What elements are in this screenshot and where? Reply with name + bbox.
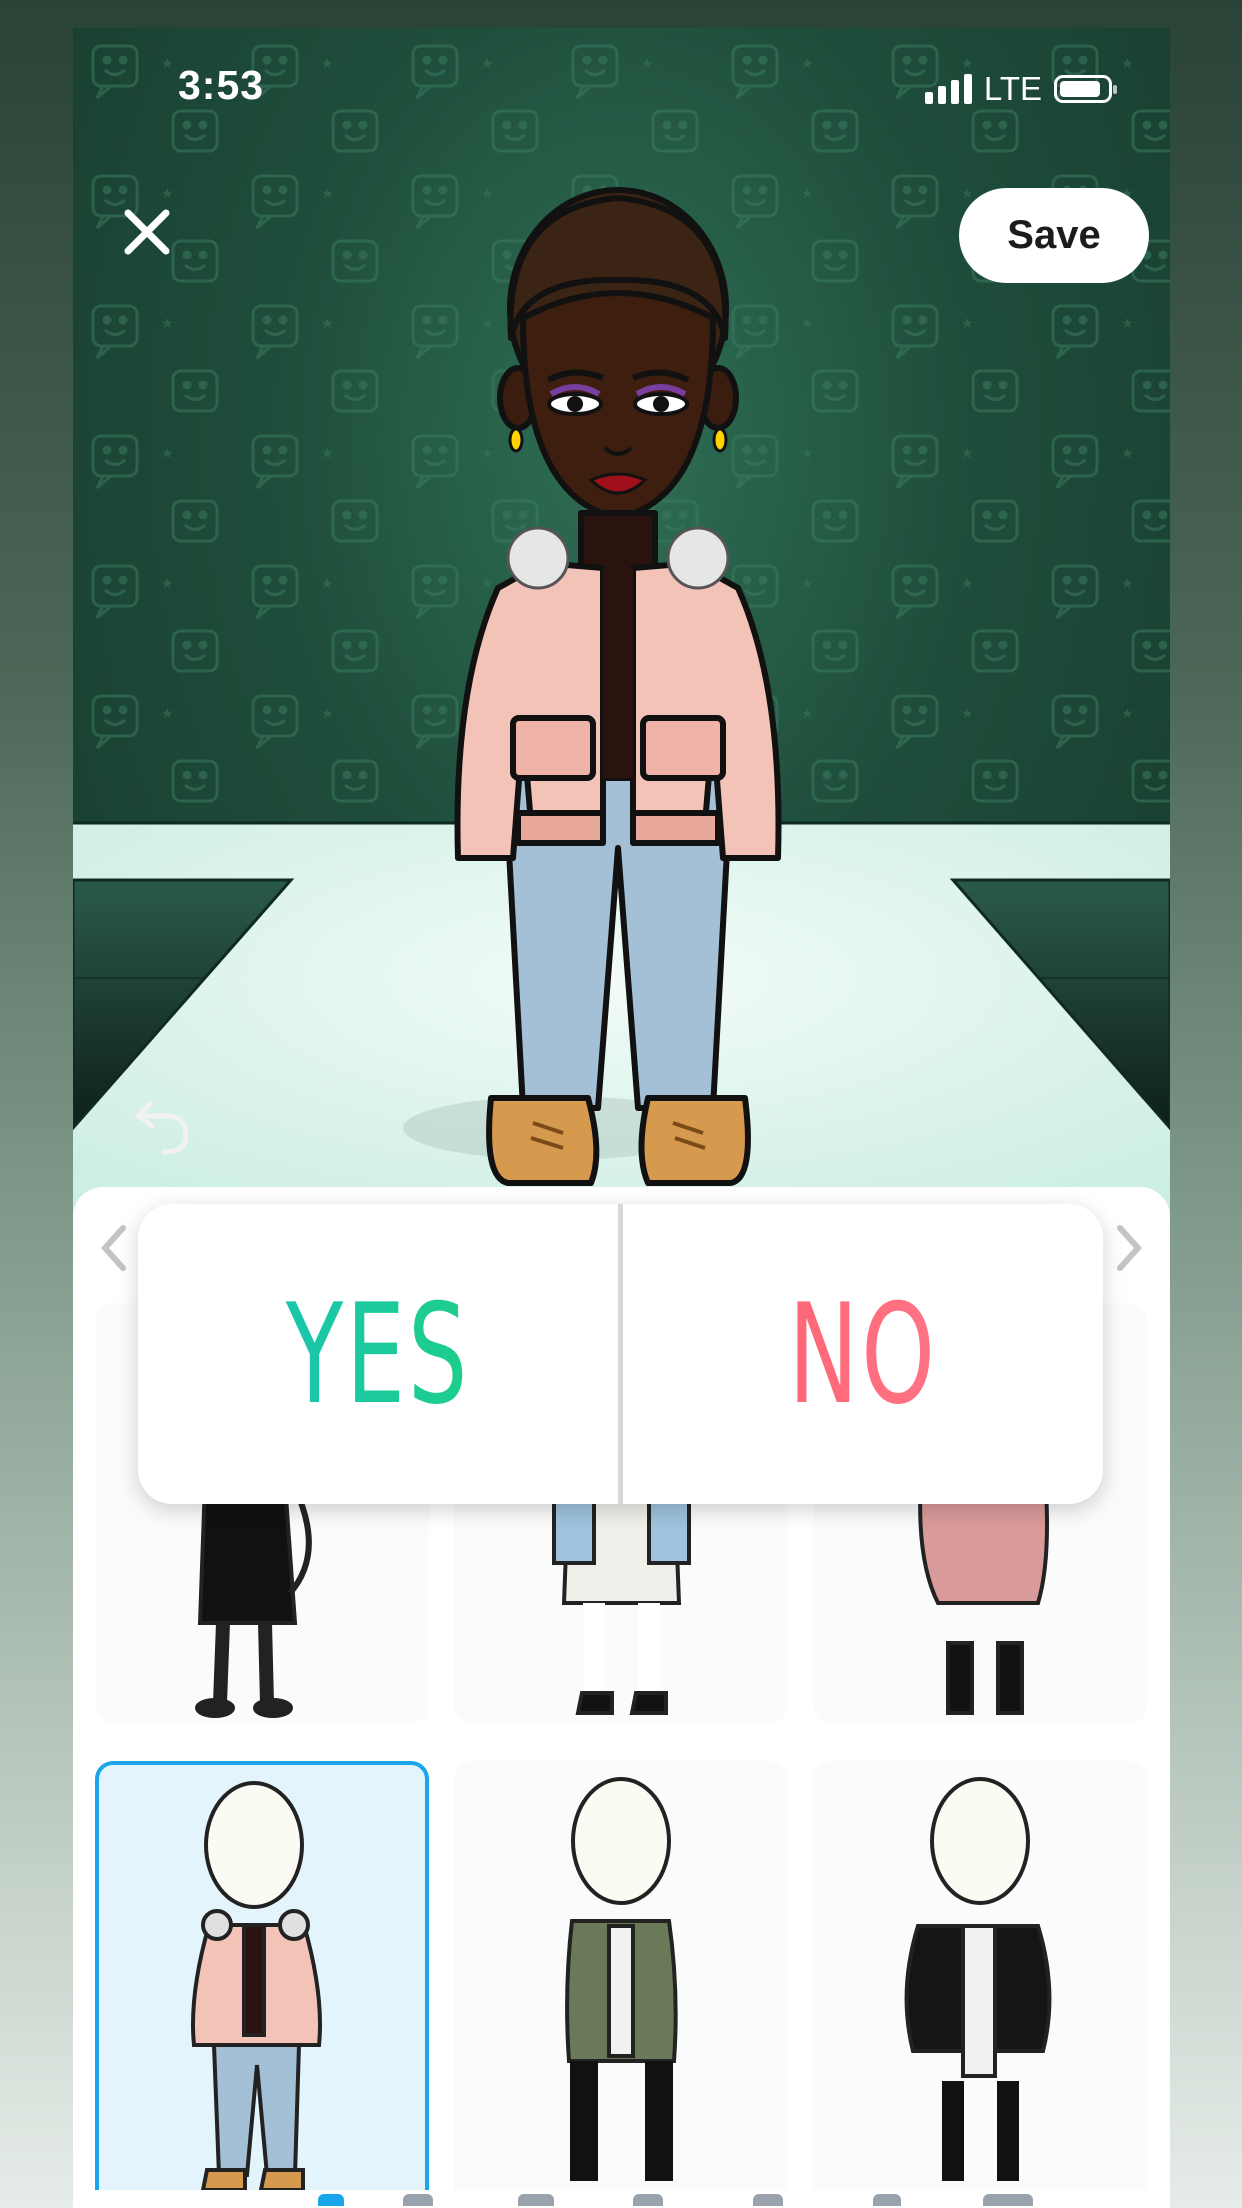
outfit-thumbnail <box>904 1777 1052 2181</box>
category-tab-bar <box>73 2190 1170 2208</box>
undo-icon <box>135 1101 189 1155</box>
outfit-tile-pink-fur-jacket-jeans[interactable] <box>95 1761 429 2208</box>
avatar-stage: ★ 3:53 <box>73 28 1170 1213</box>
close-icon <box>124 209 170 255</box>
poll-sticker: YES NO <box>138 1204 1103 1504</box>
status-bar: 3:53 LTE <box>73 28 1170 148</box>
category-tab[interactable] <box>518 2194 554 2206</box>
battery-icon <box>1054 75 1117 103</box>
poll-yes-option[interactable]: YES <box>215 1204 541 1504</box>
signal-icon <box>924 74 972 104</box>
category-tab[interactable] <box>873 2194 901 2206</box>
network-type: LTE <box>983 70 1042 107</box>
outfit-tile-black-puffer-white-skirt[interactable] <box>813 1761 1147 2208</box>
undo-button[interactable] <box>128 1090 198 1160</box>
avatar-preview <box>454 187 782 1186</box>
chevron-left-icon[interactable] <box>93 1218 133 1278</box>
close-button[interactable] <box>118 203 176 261</box>
poll-no-option[interactable]: NO <box>700 1204 1026 1504</box>
category-tab[interactable] <box>403 2194 433 2206</box>
app-screen: ★ 3:53 <box>73 28 1170 2208</box>
chevron-right-icon[interactable] <box>1110 1218 1150 1278</box>
outfit-thumbnail <box>191 1781 322 2192</box>
poll-divider <box>618 1204 623 1504</box>
status-time: 3:53 <box>178 62 265 108</box>
outfit-thumbnail <box>565 1777 678 2181</box>
category-tab[interactable] <box>753 2194 783 2206</box>
outfit-tile-green-parka-black-pants[interactable] <box>454 1761 788 2208</box>
save-button[interactable]: Save <box>959 188 1149 283</box>
category-tab[interactable] <box>983 2194 1033 2206</box>
category-tab[interactable] <box>318 2194 344 2206</box>
status-indicators: LTE <box>924 70 1117 108</box>
category-tab[interactable] <box>633 2194 663 2206</box>
